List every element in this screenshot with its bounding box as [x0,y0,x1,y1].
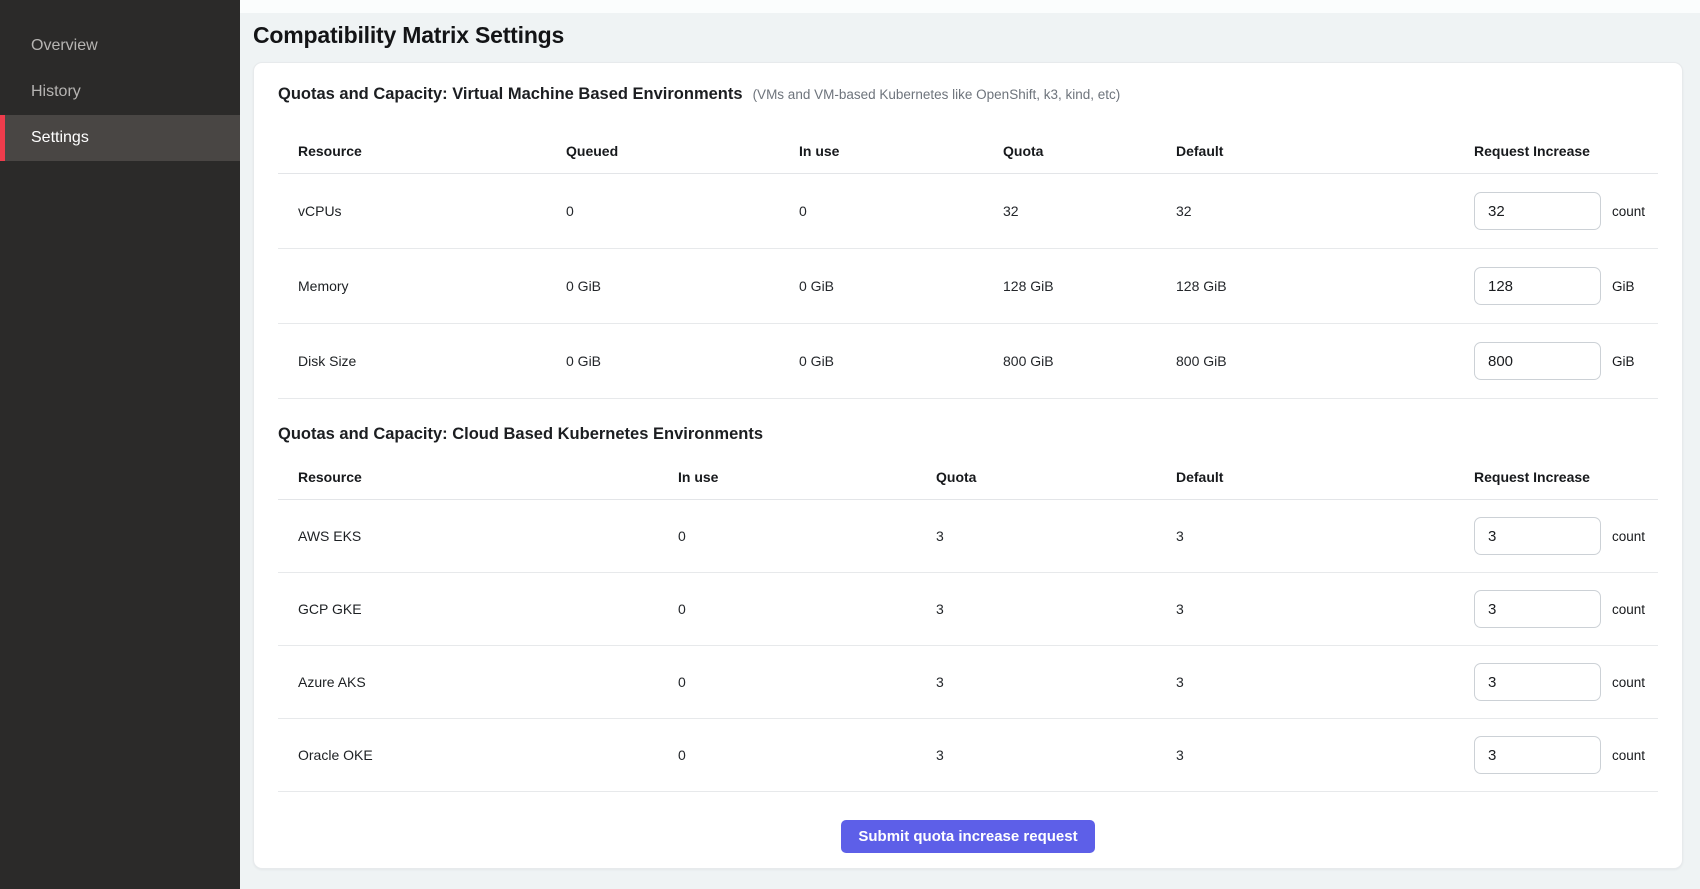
in-use-value: 0 GiB [779,278,983,294]
request-increase-cell: GiB [1454,267,1658,305]
table-row: Oracle OKE 0 3 3 count [278,719,1658,792]
default-value: 800 GiB [1156,353,1454,369]
queued-value: 0 GiB [546,278,779,294]
request-increase-cell: count [1454,736,1658,774]
unit-label: GiB [1612,354,1635,369]
vm-table-body: vCPUs 0 0 32 32 count Memory 0 GiB 0 GiB… [278,174,1658,399]
submit-quota-increase-button[interactable]: Submit quota increase request [841,820,1094,853]
resource-name: Memory [278,278,546,294]
quota-value: 3 [916,674,1156,690]
quota-value: 3 [916,528,1156,544]
request-increase-input[interactable] [1474,267,1601,305]
table-row: Disk Size 0 GiB 0 GiB 800 GiB 800 GiB Gi… [278,324,1658,399]
sidebar-item[interactable]: History [0,69,240,115]
in-use-value: 0 [658,747,916,763]
unit-label: count [1612,748,1645,763]
queued-value: 0 GiB [546,353,779,369]
column-header-queued: Queued [546,143,779,159]
vm-table-header: Resource Queued In use Quota Default Req… [278,107,1658,174]
in-use-value: 0 [658,674,916,690]
main-content: Compatibility Matrix Settings Quotas and… [240,0,1700,889]
settings-card: Quotas and Capacity: Virtual Machine Bas… [253,62,1683,869]
request-increase-cell: GiB [1454,342,1658,380]
column-header-resource: Resource [278,143,546,159]
table-row: GCP GKE 0 3 3 count [278,573,1658,646]
default-value: 3 [1156,747,1454,763]
request-increase-cell: count [1454,192,1658,230]
column-header-in-use: In use [779,143,983,159]
in-use-value: 0 [658,601,916,617]
card-footer: Submit quota increase request [278,820,1658,853]
quota-value: 3 [916,601,1156,617]
column-header-quota: Quota [983,143,1156,159]
in-use-value: 0 [658,528,916,544]
request-increase-input[interactable] [1474,342,1601,380]
vm-section-title: Quotas and Capacity: Virtual Machine Bas… [278,85,743,104]
unit-label: count [1612,602,1645,617]
table-row: Memory 0 GiB 0 GiB 128 GiB 128 GiB GiB [278,249,1658,324]
table-row: vCPUs 0 0 32 32 count [278,174,1658,249]
sidebar-item[interactable]: Settings [0,115,240,161]
vm-section-subtitle: (VMs and VM-based Kubernetes like OpenSh… [753,87,1121,102]
resource-name: Azure AKS [278,674,658,690]
default-value: 3 [1156,601,1454,617]
default-value: 32 [1156,203,1454,219]
request-increase-cell: count [1454,517,1658,555]
request-increase-input[interactable] [1474,663,1601,701]
quota-value: 3 [916,747,1156,763]
column-header-in-use: In use [658,469,916,485]
default-value: 3 [1156,674,1454,690]
active-indicator-bar [0,115,5,161]
sidebar-item-label: Overview [0,37,98,55]
default-value: 128 GiB [1156,278,1454,294]
unit-label: GiB [1612,279,1635,294]
column-header-default: Default [1156,469,1454,485]
table-row: AWS EKS 0 3 3 count [278,500,1658,573]
request-increase-input[interactable] [1474,192,1601,230]
in-use-value: 0 GiB [779,353,983,369]
in-use-value: 0 [779,203,983,219]
quota-value: 128 GiB [983,278,1156,294]
sidebar: Overview History Settings [0,0,240,889]
unit-label: count [1612,675,1645,690]
resource-name: vCPUs [278,203,546,219]
unit-label: count [1612,529,1645,544]
column-header-quota: Quota [916,469,1156,485]
sidebar-item-label: Settings [0,129,89,147]
top-band [240,0,1700,13]
default-value: 3 [1156,528,1454,544]
request-increase-input[interactable] [1474,736,1601,774]
column-header-request-increase: Request Increase [1454,143,1658,159]
vm-section-header: Quotas and Capacity: Virtual Machine Bas… [278,85,1658,107]
resource-name: AWS EKS [278,528,658,544]
request-increase-input[interactable] [1474,517,1601,555]
request-increase-input[interactable] [1474,590,1601,628]
cloud-section-header: Quotas and Capacity: Cloud Based Kuberne… [278,425,1658,445]
resource-name: Disk Size [278,353,546,369]
unit-label: count [1612,204,1645,219]
cloud-table-body: AWS EKS 0 3 3 count GCP GKE 0 3 3 [278,500,1658,792]
cloud-section-title: Quotas and Capacity: Cloud Based Kuberne… [278,425,763,444]
table-row: Azure AKS 0 3 3 count [278,646,1658,719]
request-increase-cell: count [1454,663,1658,701]
cloud-table-header: Resource In use Quota Default Request In… [278,445,1658,500]
quota-value: 32 [983,203,1156,219]
column-header-request-increase: Request Increase [1454,469,1658,485]
resource-name: Oracle OKE [278,747,658,763]
quota-value: 800 GiB [983,353,1156,369]
resource-name: GCP GKE [278,601,658,617]
queued-value: 0 [546,203,779,219]
request-increase-cell: count [1454,590,1658,628]
column-header-default: Default [1156,143,1454,159]
sidebar-item-label: History [0,83,81,101]
column-header-resource: Resource [278,469,658,485]
page-title: Compatibility Matrix Settings [253,22,1700,48]
sidebar-item[interactable]: Overview [0,23,240,69]
